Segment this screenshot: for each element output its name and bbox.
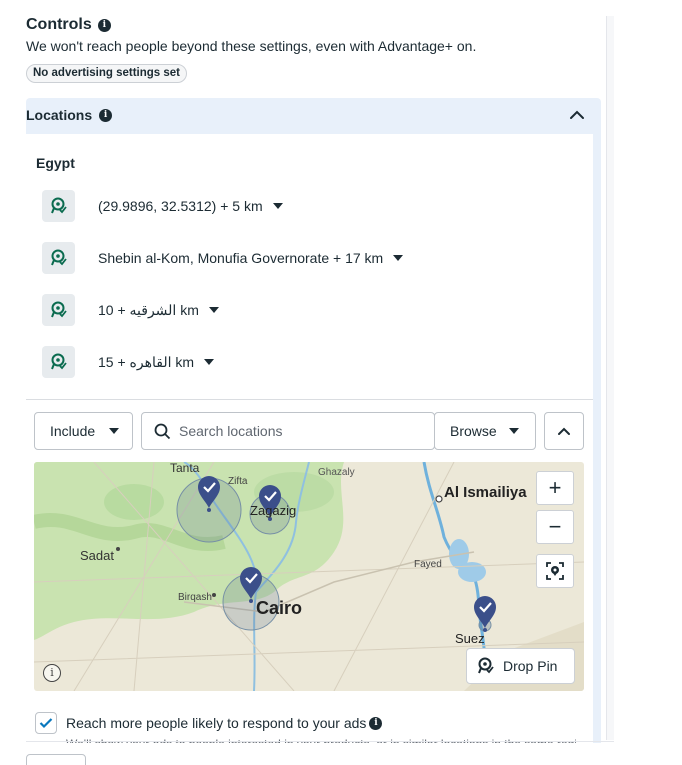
scrollbar-track[interactable]: [606, 16, 614, 740]
location-label: (29.9896, 32.5312) + 5 km: [98, 198, 263, 214]
browse-label: Browse: [450, 423, 497, 439]
search-placeholder: Search locations: [179, 423, 283, 439]
chevron-up-icon[interactable]: [569, 108, 585, 122]
caret-down-icon[interactable]: [393, 255, 404, 261]
location-label: Shebin al-Kom, Monufia Governorate + 17 …: [98, 250, 384, 266]
reach-more-label: Reach more people likely to respond to y…: [66, 715, 367, 731]
include-label: Include: [50, 423, 96, 439]
location-item[interactable]: Shebin al-Kom, Monufia Governorate + 17 …: [42, 242, 404, 274]
drop-pin-label: Drop Pin: [503, 658, 558, 674]
zoom-in-button[interactable]: +: [536, 471, 574, 505]
reach-more-checkbox[interactable]: [35, 712, 57, 734]
location-pin-icon: [42, 294, 75, 326]
info-icon[interactable]: i: [99, 108, 113, 122]
location-map[interactable]: Tanta Zifta Ghazaly Al Ismailiya Zagazig…: [34, 462, 584, 691]
info-icon[interactable]: i: [369, 716, 383, 730]
collapse-button[interactable]: [544, 412, 584, 450]
chevron-up-icon: [558, 427, 570, 435]
search-icon: [154, 423, 171, 439]
status-badge: No advertising settings set: [26, 64, 187, 83]
checkmark-icon: [39, 718, 53, 729]
map-label-suez: Suez: [455, 631, 485, 646]
map-label-zagazig: Zagazig: [250, 503, 296, 518]
divider: [26, 741, 614, 742]
locate-button[interactable]: [536, 554, 574, 588]
map-label-fayed: Fayed: [414, 559, 442, 570]
info-icon[interactable]: i: [97, 18, 111, 32]
caret-down-icon[interactable]: [208, 307, 219, 313]
location-pin-icon: [478, 657, 494, 674]
locations-section: Locations i Egypt (29.9896, 32.5312) + 5…: [26, 98, 601, 743]
drop-pin-button[interactable]: Drop Pin: [466, 648, 575, 684]
divider: [26, 399, 593, 400]
location-item[interactable]: (29.9896, 32.5312) + 5 km: [42, 190, 283, 222]
controls-title: Controls: [26, 16, 92, 33]
controls-subtitle: We won't reach people beyond these setti…: [26, 38, 477, 54]
locations-body: Egypt (29.9896, 32.5312) + 5 km Shebin a…: [26, 134, 593, 743]
map-label-sadat: Sadat: [80, 548, 114, 563]
location-label: القاهره + 15 km: [98, 353, 195, 370]
caret-down-icon[interactable]: [204, 359, 215, 365]
reach-more-description: We'll show your ads to people interested…: [66, 737, 576, 743]
caret-down-icon: [508, 428, 519, 434]
location-pin-icon: [42, 346, 75, 378]
controls-heading: Controls i: [26, 16, 111, 34]
locations-header[interactable]: Locations i: [26, 107, 113, 123]
map-label-ismailiya: Al Ismailiya: [444, 484, 527, 501]
caret-down-icon[interactable]: [272, 203, 283, 209]
map-label-zifta: Zifta: [228, 476, 248, 487]
map-label-tanta: Tanta: [170, 462, 200, 475]
map-label-cairo: Cairo: [256, 598, 302, 618]
browse-button[interactable]: Browse: [434, 412, 536, 450]
map-label-birqash: Birqash: [178, 592, 212, 603]
location-label: الشرقيه + 10 km: [98, 301, 199, 318]
location-item[interactable]: القاهره + 15 km: [42, 346, 215, 378]
locate-target-icon: [546, 562, 564, 580]
country-label: Egypt: [36, 155, 75, 171]
locations-title: Locations: [26, 107, 93, 123]
partial-button[interactable]: [26, 754, 86, 765]
map-info-icon[interactable]: i: [43, 664, 61, 682]
reach-more-option[interactable]: Reach more people likely to respond to y…: [35, 712, 383, 734]
zoom-out-button[interactable]: −: [536, 510, 574, 544]
caret-down-icon: [109, 428, 120, 434]
include-dropdown[interactable]: Include: [34, 412, 133, 450]
location-pin-icon: [42, 242, 75, 274]
location-item[interactable]: الشرقيه + 10 km: [42, 294, 219, 326]
map-label-ghazaly: Ghazaly: [318, 467, 355, 478]
location-pin-icon: [42, 190, 75, 222]
search-input[interactable]: Search locations: [141, 412, 435, 450]
